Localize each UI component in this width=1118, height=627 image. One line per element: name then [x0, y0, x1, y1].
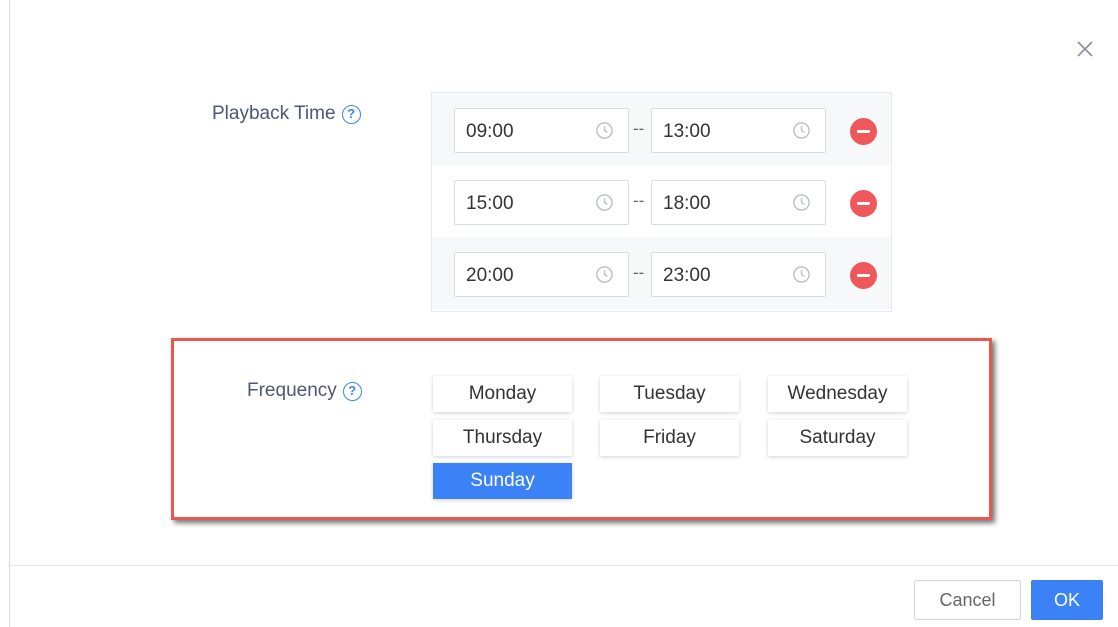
- playback-time-label-text: Playback Time: [212, 103, 336, 124]
- remove-range-icon[interactable]: [850, 262, 877, 289]
- cancel-button[interactable]: Cancel: [914, 580, 1021, 620]
- time-range-row: 20:00 -- 23:00: [432, 237, 891, 309]
- day-monday-button[interactable]: Monday: [433, 376, 572, 412]
- remove-range-icon[interactable]: [850, 118, 877, 145]
- time-range-row: 09:00 -- 13:00: [432, 93, 891, 165]
- help-icon[interactable]: ?: [342, 382, 362, 401]
- end-time-input[interactable]: 23:00: [651, 252, 826, 297]
- clock-icon: [793, 194, 810, 211]
- close-icon[interactable]: [1074, 38, 1096, 60]
- day-tuesday-button[interactable]: Tuesday: [600, 376, 739, 412]
- start-time-value: 20:00: [466, 265, 514, 286]
- range-separator: --: [633, 263, 645, 282]
- playback-time-label: Playback Time?: [212, 103, 361, 125]
- day-saturday-button[interactable]: Saturday: [768, 420, 907, 456]
- end-time-value: 18:00: [663, 193, 711, 214]
- help-icon[interactable]: ?: [341, 105, 361, 124]
- clock-icon: [793, 266, 810, 283]
- day-wednesday-button[interactable]: Wednesday: [768, 376, 907, 412]
- clock-icon: [793, 122, 810, 139]
- start-time-value: 09:00: [466, 121, 514, 142]
- footer-divider: [10, 565, 1118, 566]
- time-range-row: 15:00 -- 18:00: [432, 165, 891, 237]
- remove-range-icon[interactable]: [850, 190, 877, 217]
- dialog-left-border: [9, 0, 10, 627]
- range-separator: --: [633, 191, 645, 210]
- end-time-value: 23:00: [663, 265, 711, 286]
- end-time-input[interactable]: 18:00: [651, 180, 826, 225]
- start-time-input[interactable]: 09:00: [454, 108, 629, 153]
- frequency-label: Frequency?: [247, 380, 362, 402]
- clock-icon: [596, 194, 613, 211]
- start-time-input[interactable]: 20:00: [454, 252, 629, 297]
- day-friday-button[interactable]: Friday: [600, 420, 739, 456]
- day-thursday-button[interactable]: Thursday: [433, 420, 572, 456]
- dialog: Playback Time? 09:00 -- 13:00 15:00 -- 1…: [0, 0, 1118, 627]
- clock-icon: [596, 122, 613, 139]
- playback-time-panel: 09:00 -- 13:00 15:00 -- 18:00 20:00 -- 2…: [431, 92, 892, 312]
- start-time-input[interactable]: 15:00: [454, 180, 629, 225]
- ok-button[interactable]: OK: [1031, 580, 1103, 620]
- clock-icon: [596, 266, 613, 283]
- start-time-value: 15:00: [466, 193, 514, 214]
- end-time-input[interactable]: 13:00: [651, 108, 826, 153]
- day-sunday-button[interactable]: Sunday: [433, 463, 572, 499]
- frequency-label-text: Frequency: [247, 380, 337, 401]
- range-separator: --: [633, 119, 645, 138]
- end-time-value: 13:00: [663, 121, 711, 142]
